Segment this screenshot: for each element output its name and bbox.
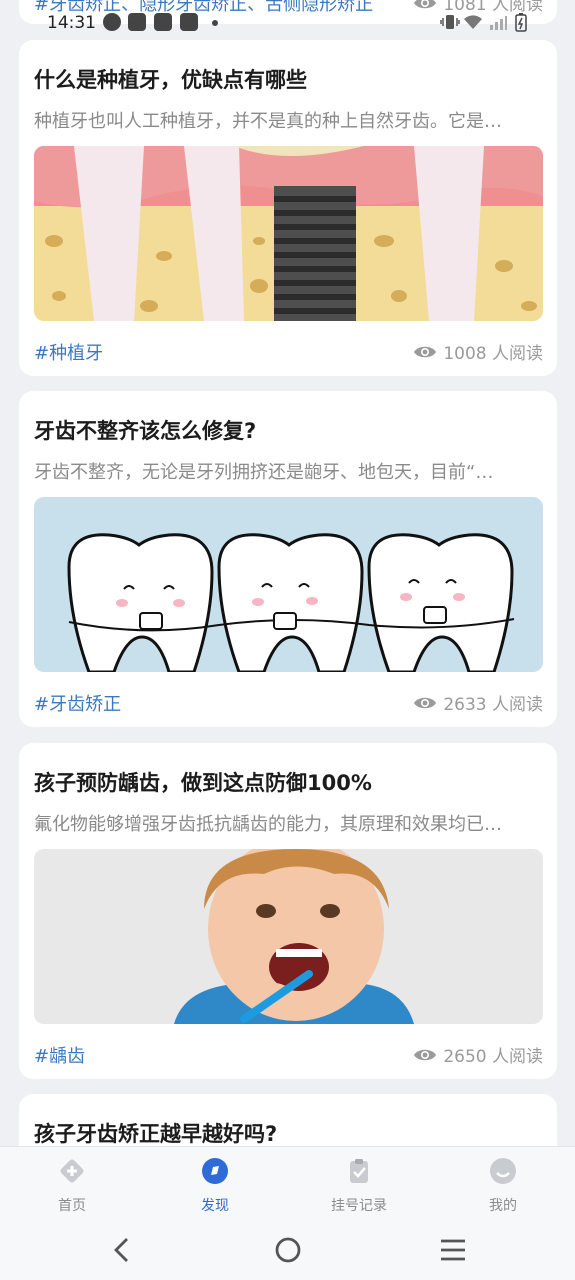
article-title: 牙齿不整齐该怎么修复? xyxy=(34,419,257,443)
article-views: 1008 人阅读 xyxy=(413,339,543,364)
eye-icon xyxy=(414,697,437,708)
article-image-implant xyxy=(34,146,543,321)
view-count: 2633 人阅读 xyxy=(443,695,543,715)
nav-home[interactable]: 首页 xyxy=(27,1157,117,1215)
eye-icon xyxy=(414,346,437,357)
status-bar: 14:31 xyxy=(0,0,575,46)
wifi-icon xyxy=(464,15,482,29)
nav-label: 挂号记录 xyxy=(331,1198,387,1214)
article-image-child xyxy=(34,849,543,1024)
back-icon[interactable] xyxy=(110,1236,134,1264)
battery-icon xyxy=(515,13,527,32)
eye-icon xyxy=(414,1049,437,1060)
menu-icon[interactable] xyxy=(439,1238,467,1262)
nav-label: 首页 xyxy=(58,1198,86,1214)
home-circle-icon[interactable] xyxy=(274,1236,302,1264)
nav-label: 发现 xyxy=(201,1198,229,1214)
nav-discover[interactable]: 发现 xyxy=(170,1157,260,1215)
nav-profile[interactable]: 我的 xyxy=(458,1157,548,1215)
system-navigation-bar xyxy=(0,1224,575,1280)
home-icon xyxy=(60,1159,84,1183)
article-tag[interactable]: #龋齿 xyxy=(34,1042,85,1068)
article-tag[interactable]: #牙齿矫正 xyxy=(34,690,121,716)
signal-icon xyxy=(490,16,507,30)
article-views: 2650 人阅读 xyxy=(413,1042,543,1067)
article-summary: 种植牙也叫人工种植牙，并不是真的种上自然牙齿。它是… xyxy=(34,111,502,132)
dnd-icon xyxy=(103,13,121,31)
nav-label: 我的 xyxy=(489,1198,517,1214)
article-summary: 氟化物能够增强牙齿抵抗龋齿的能力，其原理和效果均已… xyxy=(34,814,502,835)
notification-icon xyxy=(128,13,146,31)
article-views: 2633 人阅读 xyxy=(413,690,543,715)
vibrate-icon xyxy=(440,15,460,29)
view-count: 1008 人阅读 xyxy=(443,344,543,364)
article-title: 孩子预防龋齿，做到这点防御100% xyxy=(34,771,372,795)
article-card[interactable]: 孩子预防龋齿，做到这点防御100% 氟化物能够增强牙齿抵抗龋齿的能力，其原理和效… xyxy=(19,743,557,1079)
bottom-navigation: 首页 发现 挂号记录 我的 xyxy=(0,1146,575,1225)
status-time: 14:31 xyxy=(47,13,96,33)
article-tag[interactable]: #种植牙 xyxy=(34,339,103,365)
article-title: 什么是种植牙，优缺点有哪些 xyxy=(34,68,307,92)
notification-icon xyxy=(154,13,172,31)
view-count: 2650 人阅读 xyxy=(443,1047,543,1067)
article-image-braces xyxy=(34,497,543,672)
nav-appointments[interactable]: 挂号记录 xyxy=(314,1157,404,1215)
profile-icon xyxy=(490,1158,516,1184)
clipboard-icon xyxy=(350,1159,368,1183)
article-card[interactable]: 牙齿不整齐该怎么修复? 牙齿不整齐，无论是牙列拥挤还是龅牙、地包天，目前“… #… xyxy=(19,391,557,727)
more-dot-icon xyxy=(212,20,218,26)
notification-icon xyxy=(180,13,198,31)
article-card[interactable]: 什么是种植牙，优缺点有哪些 种植牙也叫人工种植牙，并不是真的种上自然牙齿。它是… xyxy=(19,40,557,376)
article-title: 孩子牙齿矫正越早越好吗? xyxy=(34,1122,278,1146)
discover-icon xyxy=(202,1158,228,1184)
article-summary: 牙齿不整齐，无论是牙列拥挤还是龅牙、地包天，目前“… xyxy=(34,462,494,483)
